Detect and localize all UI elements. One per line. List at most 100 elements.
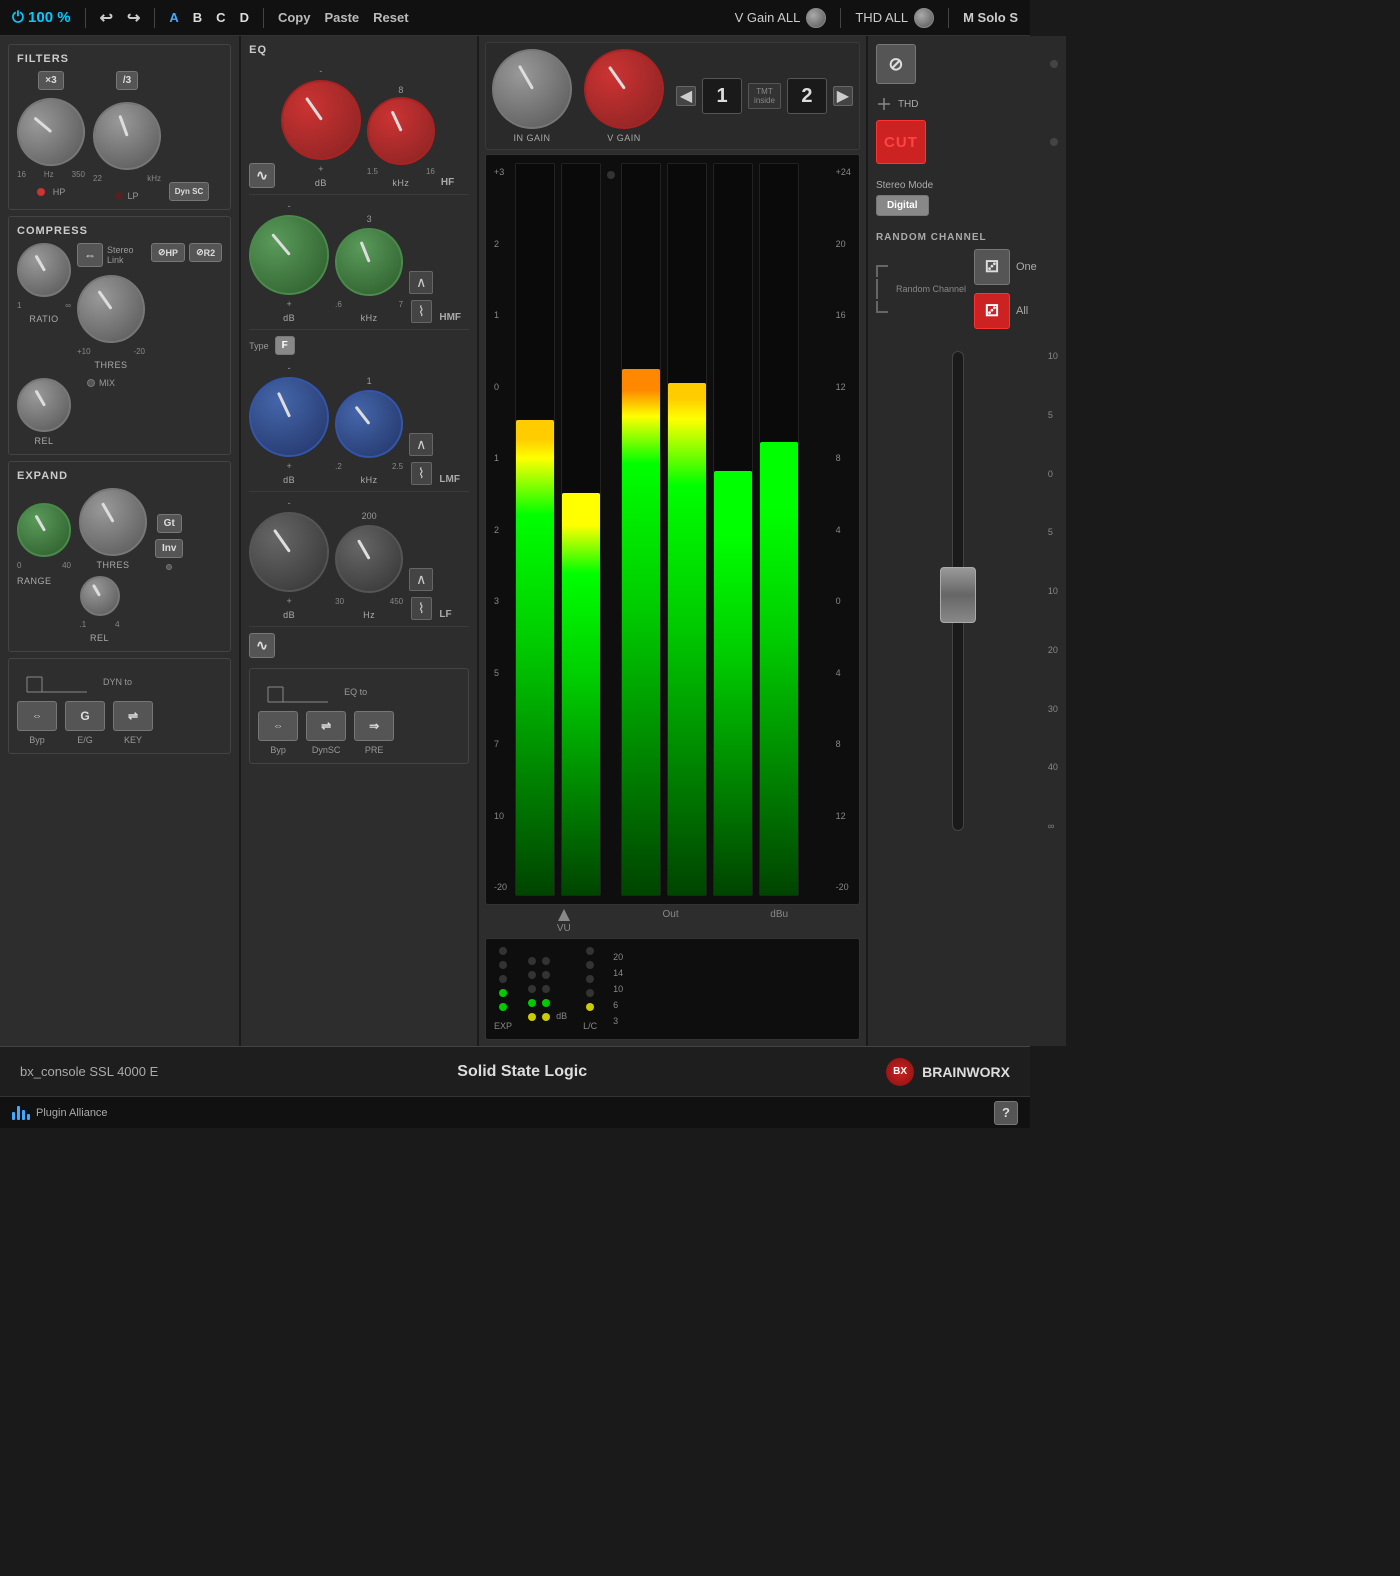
in-gain-knob[interactable]: [492, 49, 572, 129]
filters-right-col: /3 22 kHz LP: [93, 71, 161, 201]
hf-shape-button[interactable]: ∿: [249, 163, 275, 188]
compress-thres-knob[interactable]: [74, 272, 148, 346]
v-gain-knob[interactable]: [581, 46, 668, 133]
undo-button[interactable]: ↩: [100, 8, 113, 28]
hmf-freq-knob[interactable]: [331, 224, 408, 301]
fader-thumb[interactable]: [940, 567, 976, 623]
plugin-name: bx_console SSL 4000 E: [20, 1064, 158, 1079]
expand-knob[interactable]: [17, 503, 71, 557]
hf-gain-knob[interactable]: [278, 77, 365, 164]
preset-b-button[interactable]: B: [193, 10, 202, 25]
hp-filter-button[interactable]: ⊘HP: [151, 243, 185, 262]
stereo-link-label: Stereo Link: [107, 245, 145, 265]
led-lc-10: [586, 975, 594, 983]
brainworx-logo: BX BRAINWORX: [886, 1058, 1010, 1086]
rel-label: REL: [34, 436, 53, 446]
hmf-gain-knob[interactable]: [243, 209, 336, 302]
hf-left: ∿: [249, 163, 275, 188]
peak-led: [607, 171, 615, 179]
mix-label: MIX: [99, 378, 115, 388]
lmf-shelf-button[interactable]: ⌇: [411, 462, 432, 485]
div3-button[interactable]: /3: [116, 71, 138, 90]
lmf-label-col: LMF: [439, 474, 468, 485]
copy-button[interactable]: Copy: [278, 10, 311, 25]
thd-all-knob[interactable]: [914, 8, 934, 28]
level-20: 20: [613, 952, 623, 962]
stereo-link-button[interactable]: ⇔: [77, 243, 103, 267]
r2-button[interactable]: ⊘R2: [189, 243, 222, 262]
paste-button[interactable]: Paste: [324, 10, 359, 25]
lmf-freq-knob[interactable]: [331, 386, 408, 463]
filters-hp-knob[interactable]: [7, 88, 94, 175]
eg-button[interactable]: G: [65, 701, 105, 731]
hmf-bell-button[interactable]: ∧: [409, 271, 433, 294]
dyn-byp-button[interactable]: ⇔: [17, 701, 57, 731]
out-label: Out: [662, 909, 678, 934]
dbu-right-bar: [759, 163, 799, 896]
lf-shape-button1[interactable]: ∧: [409, 568, 433, 591]
preset-c-button[interactable]: C: [216, 10, 225, 25]
random-all-button[interactable]: ⚂: [974, 293, 1010, 329]
inv-button[interactable]: Inv: [155, 539, 183, 558]
separator: [263, 8, 264, 28]
cut-row: CUT: [876, 120, 1058, 164]
type-label: Type: [249, 341, 269, 351]
hmf-shelf-button[interactable]: ⌇: [411, 300, 432, 323]
lmf-gain-knob[interactable]: [246, 374, 333, 461]
lf-filter-shape-button[interactable]: ∿: [249, 633, 275, 658]
bx-logo-icon: BX: [886, 1058, 914, 1086]
phase-button[interactable]: ⊘: [876, 44, 916, 84]
eg-label: E/G: [77, 735, 93, 745]
thd-row: THD: [876, 96, 1058, 112]
filters-lp-knob[interactable]: [88, 97, 167, 176]
eq-byp-button[interactable]: ⇔: [258, 711, 298, 741]
lf-freq-knob[interactable]: [335, 525, 403, 593]
vu-label: VU: [557, 923, 571, 934]
digital-button[interactable]: Digital: [876, 195, 929, 216]
next-channel-button[interactable]: ▶: [833, 86, 853, 106]
dyn-sc-button[interactable]: Dyn SC: [169, 182, 209, 201]
lf-gain-knob[interactable]: [246, 509, 333, 596]
cut-button[interactable]: CUT: [876, 120, 926, 164]
eq-dynsc-button[interactable]: ⇌: [306, 711, 346, 741]
lmf-freq-col: 1 .2 2.5 kHz: [335, 376, 403, 485]
vu-right-bar: [561, 163, 601, 896]
right-main: IN GAIN V GAIN ◀ 1 TMT inside 2: [479, 36, 866, 1046]
eq-pre-button[interactable]: ⇒: [354, 711, 394, 741]
expand-mid: THRES: [79, 488, 147, 570]
preset-a-button[interactable]: A: [169, 10, 178, 25]
fader-scale: 10 5 0 5 10 20 30 40 ∞: [1048, 351, 1058, 831]
dbu-label: dBu: [770, 909, 788, 934]
lmf-bell-button[interactable]: ∧: [409, 433, 433, 456]
power-button[interactable]: ⏻ 100 %: [12, 9, 71, 26]
exp-label: EXP: [494, 1021, 512, 1031]
prev-channel-button[interactable]: ◀: [676, 86, 696, 106]
preset-d-button[interactable]: D: [240, 10, 249, 25]
eq-bars-icon: [12, 1106, 30, 1120]
dbu-left-fill: [714, 471, 752, 895]
compress-rel-knob[interactable]: [17, 378, 71, 432]
hf-freq-knob[interactable]: [364, 94, 438, 168]
eq-dynsc-col: ⇌ DynSC: [306, 711, 346, 755]
bottom-bar: bx_console SSL 4000 E Solid State Logic …: [0, 1046, 1030, 1096]
eq-bar-2: [17, 1106, 20, 1120]
lp-led: [115, 192, 123, 200]
expand-thres-knob[interactable]: [79, 488, 147, 556]
help-button[interactable]: ?: [994, 1101, 1018, 1125]
redo-button[interactable]: ↪: [127, 8, 140, 28]
led-lc-6: [586, 989, 594, 997]
vgain-all-knob[interactable]: [806, 8, 826, 28]
compress-ratio-knob[interactable]: [17, 243, 71, 297]
eq-byp-col: ⇔ Byp: [258, 711, 298, 755]
random-one-button[interactable]: ⚂: [974, 249, 1010, 285]
key-button[interactable]: ⇌: [113, 701, 153, 731]
led-exp-6: [499, 989, 507, 997]
gt-button[interactable]: Gt: [157, 514, 182, 533]
lf-shape-button2[interactable]: ⌇: [411, 597, 432, 620]
x3-button[interactable]: ×3: [38, 71, 63, 90]
reset-button[interactable]: Reset: [373, 10, 408, 25]
lmf-gain-col: - + dB: [249, 363, 329, 485]
expand-thres-label: THRES: [96, 560, 129, 570]
lmf-type-f-button[interactable]: F: [275, 336, 295, 355]
expand-rel-knob[interactable]: [80, 576, 120, 616]
